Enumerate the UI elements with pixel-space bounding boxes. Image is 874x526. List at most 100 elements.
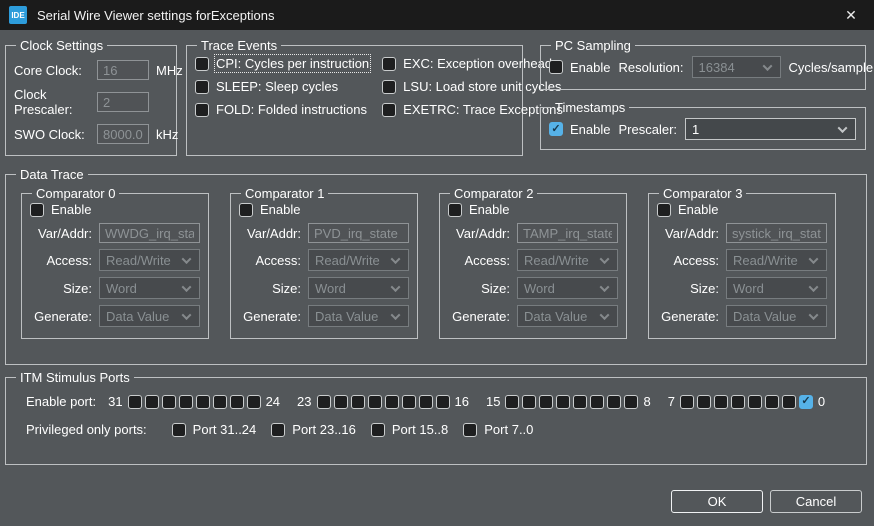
trace-event-label: FOLD: Folded instructions — [216, 102, 367, 117]
itm-port-checkbox[interactable] — [368, 395, 382, 409]
access-select: Read/Write — [99, 249, 200, 271]
itm-port-group: 7✓0 — [666, 394, 827, 409]
itm-port-checkbox[interactable] — [196, 395, 210, 409]
field-label: Generate: — [448, 309, 510, 324]
itm-port-checkbox[interactable] — [385, 395, 399, 409]
itm-port-checkbox[interactable] — [556, 395, 570, 409]
itm-port-checkbox[interactable] — [128, 395, 142, 409]
comparator-enable-checkbox[interactable] — [239, 203, 253, 217]
field-row: Size:Word — [30, 277, 200, 299]
itm-port-checkbox[interactable] — [697, 395, 711, 409]
itm-port-checkbox[interactable] — [179, 395, 193, 409]
comparators: Comparator 0EnableVar/Addr:Access:Read/W… — [14, 182, 858, 339]
pc-sampling-enable: Enable — [549, 60, 610, 75]
clock-field-row: SWO Clock:kHz — [14, 124, 168, 144]
titlebar: IDE Serial Wire Viewer settings forExcep… — [0, 0, 874, 30]
itm-port-groups: 312423161587✓0 — [106, 394, 827, 409]
trace-event-label: EXC: Exception overhead — [403, 56, 552, 71]
generate-select-value: Data Value — [518, 309, 587, 324]
comparator-enable-label: Enable — [678, 202, 718, 217]
trace-events-grid: CPI: Cycles per instructionEXC: Exceptio… — [195, 53, 514, 117]
itm-port-checkbox[interactable] — [680, 395, 694, 409]
privileged-port-label: Port 7..0 — [484, 422, 533, 437]
privileged-port-checkbox[interactable] — [371, 423, 385, 437]
itm-port-checkbox[interactable] — [402, 395, 416, 409]
timestamps-group: Timestamps ✓ Enable Prescaler: 1 — [540, 100, 866, 150]
pc-sampling-enable-checkbox[interactable] — [549, 60, 563, 74]
itm-port-checkbox[interactable] — [522, 395, 536, 409]
itm-port-checkbox[interactable] — [436, 395, 450, 409]
itm-port-checkbox[interactable] — [539, 395, 553, 409]
trace-event-checkbox[interactable] — [195, 80, 209, 94]
comparator-group: Comparator 1EnableVar/Addr:Access:Read/W… — [230, 186, 418, 339]
itm-enable-port-row: Enable port: 312423161587✓0 — [26, 394, 858, 409]
trace-event-checkbox[interactable] — [195, 103, 209, 117]
privileged-port-item: Port 23..16 — [271, 422, 356, 437]
itm-port-checkbox[interactable] — [573, 395, 587, 409]
var-addr-input — [517, 223, 618, 243]
trace-event-label: EXETRC: Trace Exceptions — [403, 102, 563, 117]
itm-port-checkbox[interactable] — [765, 395, 779, 409]
itm-port-checkbox[interactable]: ✓ — [799, 395, 813, 409]
size-select: Word — [517, 277, 618, 299]
privileged-port-checkbox[interactable] — [463, 423, 477, 437]
privileged-port-checkbox[interactable] — [172, 423, 186, 437]
itm-port-checkbox[interactable] — [782, 395, 796, 409]
comparator-legend: Comparator 2 — [450, 186, 537, 201]
itm-port-checkbox[interactable] — [419, 395, 433, 409]
chevron-down-icon — [391, 310, 401, 320]
field-row: Var/Addr: — [657, 223, 827, 243]
cancel-button[interactable]: Cancel — [770, 490, 862, 513]
chevron-down-icon — [809, 282, 819, 292]
itm-port-range-high: 23 — [297, 394, 311, 409]
close-button[interactable]: ✕ — [828, 0, 874, 30]
privileged-port-checkbox[interactable] — [271, 423, 285, 437]
itm-port-checkbox[interactable] — [714, 395, 728, 409]
clock-field-row: Core Clock:MHz — [14, 60, 168, 80]
comparator-group: Comparator 3EnableVar/Addr:Access:Read/W… — [648, 186, 836, 339]
itm-port-checkbox[interactable] — [607, 395, 621, 409]
comparator-enable-label: Enable — [51, 202, 91, 217]
comparator-enable-label: Enable — [469, 202, 509, 217]
clock-settings-legend: Clock Settings — [16, 38, 107, 53]
itm-port-checkbox[interactable] — [624, 395, 638, 409]
itm-port-checkbox[interactable] — [162, 395, 176, 409]
comparator-enable-checkbox[interactable] — [448, 203, 462, 217]
trace-event-checkbox[interactable] — [382, 57, 396, 71]
itm-port-checkbox[interactable] — [748, 395, 762, 409]
trace-event-checkbox[interactable] — [195, 57, 209, 71]
itm-port-checkbox[interactable] — [317, 395, 331, 409]
clock-settings-group: Clock Settings Core Clock:MHzClock Presc… — [5, 38, 177, 156]
clock-field-label: Core Clock: — [14, 63, 97, 78]
timestamps-enable-checkbox[interactable]: ✓ — [549, 122, 563, 136]
prescaler-select[interactable]: 1 — [685, 118, 856, 140]
field-row: Var/Addr: — [448, 223, 618, 243]
itm-port-checkbox[interactable] — [351, 395, 365, 409]
trace-event-checkbox[interactable] — [382, 80, 396, 94]
size-select: Word — [308, 277, 409, 299]
itm-port-checkbox[interactable] — [505, 395, 519, 409]
timestamps-legend: Timestamps — [551, 100, 629, 115]
comparator-enable-checkbox[interactable] — [657, 203, 671, 217]
prescaler-value: 1 — [686, 122, 699, 137]
size-select-value: Word — [518, 281, 555, 296]
window-title: Serial Wire Viewer settings forException… — [37, 8, 274, 23]
ok-button[interactable]: OK — [671, 490, 763, 513]
field-row: Var/Addr: — [239, 223, 409, 243]
itm-port-checkbox[interactable] — [145, 395, 159, 409]
trace-event-item: LSU: Load store unit cycles — [382, 79, 563, 94]
comparator-enable-checkbox[interactable] — [30, 203, 44, 217]
trace-event-checkbox[interactable] — [382, 103, 396, 117]
itm-port-checkbox[interactable] — [247, 395, 261, 409]
itm-port-checkbox[interactable] — [213, 395, 227, 409]
data-trace-group: Data Trace Comparator 0EnableVar/Addr:Ac… — [5, 167, 867, 365]
timestamps-enable: ✓ Enable — [549, 122, 610, 137]
check-icon: ✓ — [801, 396, 810, 407]
itm-port-checkbox[interactable] — [230, 395, 244, 409]
itm-port-checkbox[interactable] — [334, 395, 348, 409]
pc-sampling-enable-label: Enable — [570, 60, 610, 75]
itm-port-checkbox[interactable] — [590, 395, 604, 409]
field-label: Generate: — [657, 309, 719, 324]
itm-port-checkbox[interactable] — [731, 395, 745, 409]
field-row: Generate:Data Value — [239, 305, 409, 327]
